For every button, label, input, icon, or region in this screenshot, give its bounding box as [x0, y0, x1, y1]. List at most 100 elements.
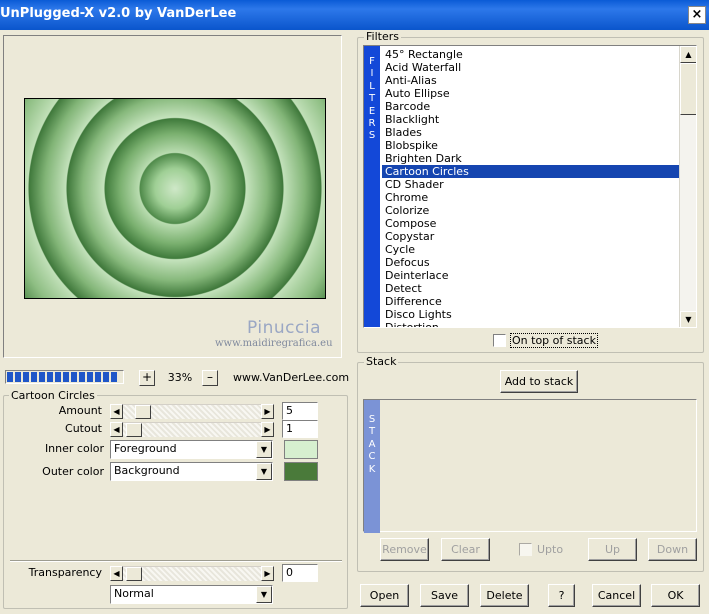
outer-color-value: Background [114, 464, 180, 477]
on-top-label[interactable]: On top of stack [510, 333, 598, 348]
filter-item[interactable]: Difference [382, 295, 679, 308]
close-button[interactable]: × [688, 6, 706, 24]
cutout-label: Cutout [65, 422, 102, 435]
stack-list[interactable]: STACK [363, 399, 697, 533]
title-bar: UnPlugged-X v2.0 by VanDerLee × [0, 0, 709, 30]
strip-letter: R [368, 118, 376, 130]
filter-item[interactable]: Auto Ellipse [382, 87, 679, 100]
filter-item[interactable]: Blades [382, 126, 679, 139]
blend-mode-value: Normal [114, 587, 154, 600]
divider [10, 560, 342, 562]
filter-item[interactable]: Blobspike [382, 139, 679, 152]
progress-segment [7, 372, 13, 382]
inner-color-value: Foreground [114, 442, 177, 455]
slider-right-arrow-icon[interactable]: ▶ [261, 421, 274, 437]
slider-track[interactable] [123, 565, 261, 581]
outer-color-select[interactable]: Background ▼ [110, 462, 273, 481]
delete-button[interactable]: Delete [480, 584, 529, 607]
filter-item[interactable]: Cartoon Circles [382, 165, 679, 178]
filter-item[interactable]: Barcode [382, 100, 679, 113]
slider-left-arrow-icon[interactable]: ◀ [110, 421, 123, 437]
scroll-down-arrow-icon[interactable]: ▼ [680, 311, 696, 327]
progress-segment [31, 372, 37, 382]
ok-button[interactable]: OK [651, 584, 700, 607]
save-button[interactable]: Save [420, 584, 469, 607]
filter-item[interactable]: Copystar [382, 230, 679, 243]
blend-mode-select[interactable]: Normal ▼ [110, 585, 273, 604]
cutout-input[interactable]: 1 [282, 420, 318, 438]
filter-item[interactable]: Distortion [382, 321, 679, 327]
scroll-thumb[interactable] [680, 63, 696, 115]
filters-group-title: Filters [364, 30, 401, 43]
preview-image[interactable] [24, 98, 326, 299]
strip-letter: E [368, 105, 376, 117]
strip-letter: F [369, 56, 375, 67]
chevron-down-icon[interactable]: ▼ [256, 463, 272, 480]
cutout-slider[interactable]: ◀ ▶ [110, 421, 274, 437]
amount-input[interactable]: 5 [282, 402, 318, 420]
filters-scrollbar[interactable]: ▲ ▼ [679, 46, 696, 327]
remove-button[interactable]: Remove [380, 538, 429, 561]
watermark-name: Pinuccia [247, 318, 321, 338]
filters-list[interactable]: FILTERS 45° Rectangle Acid Waterfall Anti-… [363, 45, 697, 328]
add-to-stack-button[interactable]: Add to stack [500, 370, 578, 393]
down-button[interactable]: Down [648, 538, 697, 561]
clear-button[interactable]: Clear [441, 538, 490, 561]
strip-letter: L [369, 80, 375, 92]
outer-color-swatch[interactable] [284, 462, 318, 481]
transparency-input[interactable]: 0 [282, 564, 318, 582]
filter-item[interactable]: Brighten Dark [382, 152, 679, 165]
filter-item[interactable]: CD Shader [382, 178, 679, 191]
progress-segment [23, 372, 29, 382]
slider-thumb[interactable] [126, 422, 142, 437]
filter-item[interactable]: Compose [382, 217, 679, 230]
filter-item[interactable]: Detect [382, 282, 679, 295]
filter-item[interactable]: Blacklight [382, 113, 679, 126]
filter-item[interactable]: Acid Waterfall [382, 61, 679, 74]
slider-left-arrow-icon[interactable]: ◀ [110, 565, 123, 581]
slider-right-arrow-icon[interactable]: ▶ [261, 403, 274, 419]
strip-letter: C [368, 451, 376, 463]
help-button[interactable]: ? [548, 584, 575, 607]
filter-item[interactable]: Colorize [382, 204, 679, 217]
filter-item[interactable]: 45° Rectangle [382, 48, 679, 61]
filter-item[interactable]: Anti-Alias [382, 74, 679, 87]
slider-track[interactable] [123, 403, 261, 419]
transparency-label: Transparency [28, 566, 102, 579]
amount-slider[interactable]: ◀ ▶ [110, 403, 274, 419]
filter-item[interactable]: Chrome [382, 191, 679, 204]
inner-color-select[interactable]: Foreground ▼ [110, 440, 273, 459]
strip-letter: I [370, 68, 374, 80]
slider-thumb[interactable] [126, 566, 142, 581]
inner-color-swatch[interactable] [284, 440, 318, 459]
progress-segment [111, 372, 117, 382]
outer-color-label: Outer color [42, 465, 104, 478]
upto-label: Upto [537, 543, 564, 556]
up-button[interactable]: Up [588, 538, 637, 561]
zoom-level: 33% [167, 371, 193, 384]
cancel-button[interactable]: Cancel [592, 584, 641, 607]
filter-item[interactable]: Deinterlace [382, 269, 679, 282]
slider-right-arrow-icon[interactable]: ▶ [261, 565, 274, 581]
chevron-down-icon[interactable]: ▼ [256, 586, 272, 603]
upto-checkbox[interactable] [519, 543, 532, 556]
filter-item[interactable]: Defocus [382, 256, 679, 269]
slider-left-arrow-icon[interactable]: ◀ [110, 403, 123, 419]
slider-thumb[interactable] [135, 404, 151, 419]
window-title: UnPlugged-X v2.0 by VanDerLee [0, 6, 237, 21]
zoom-out-button[interactable]: – [202, 370, 218, 386]
strip-letter: A [368, 438, 376, 450]
open-button[interactable]: Open [360, 584, 409, 607]
inner-color-label: Inner color [44, 442, 104, 455]
slider-track[interactable] [123, 421, 261, 437]
scroll-up-arrow-icon[interactable]: ▲ [680, 46, 696, 63]
zoom-in-button[interactable]: + [139, 370, 155, 386]
chevron-down-icon[interactable]: ▼ [256, 441, 272, 458]
on-top-checkbox[interactable] [493, 334, 506, 347]
progress-segment [15, 372, 21, 382]
amount-label: Amount [58, 404, 102, 417]
filter-item[interactable]: Disco Lights [382, 308, 679, 321]
website-link[interactable]: www.VanDerLee.com [233, 371, 349, 384]
transparency-slider[interactable]: ◀ ▶ [110, 565, 274, 581]
filter-item[interactable]: Cycle [382, 243, 679, 256]
